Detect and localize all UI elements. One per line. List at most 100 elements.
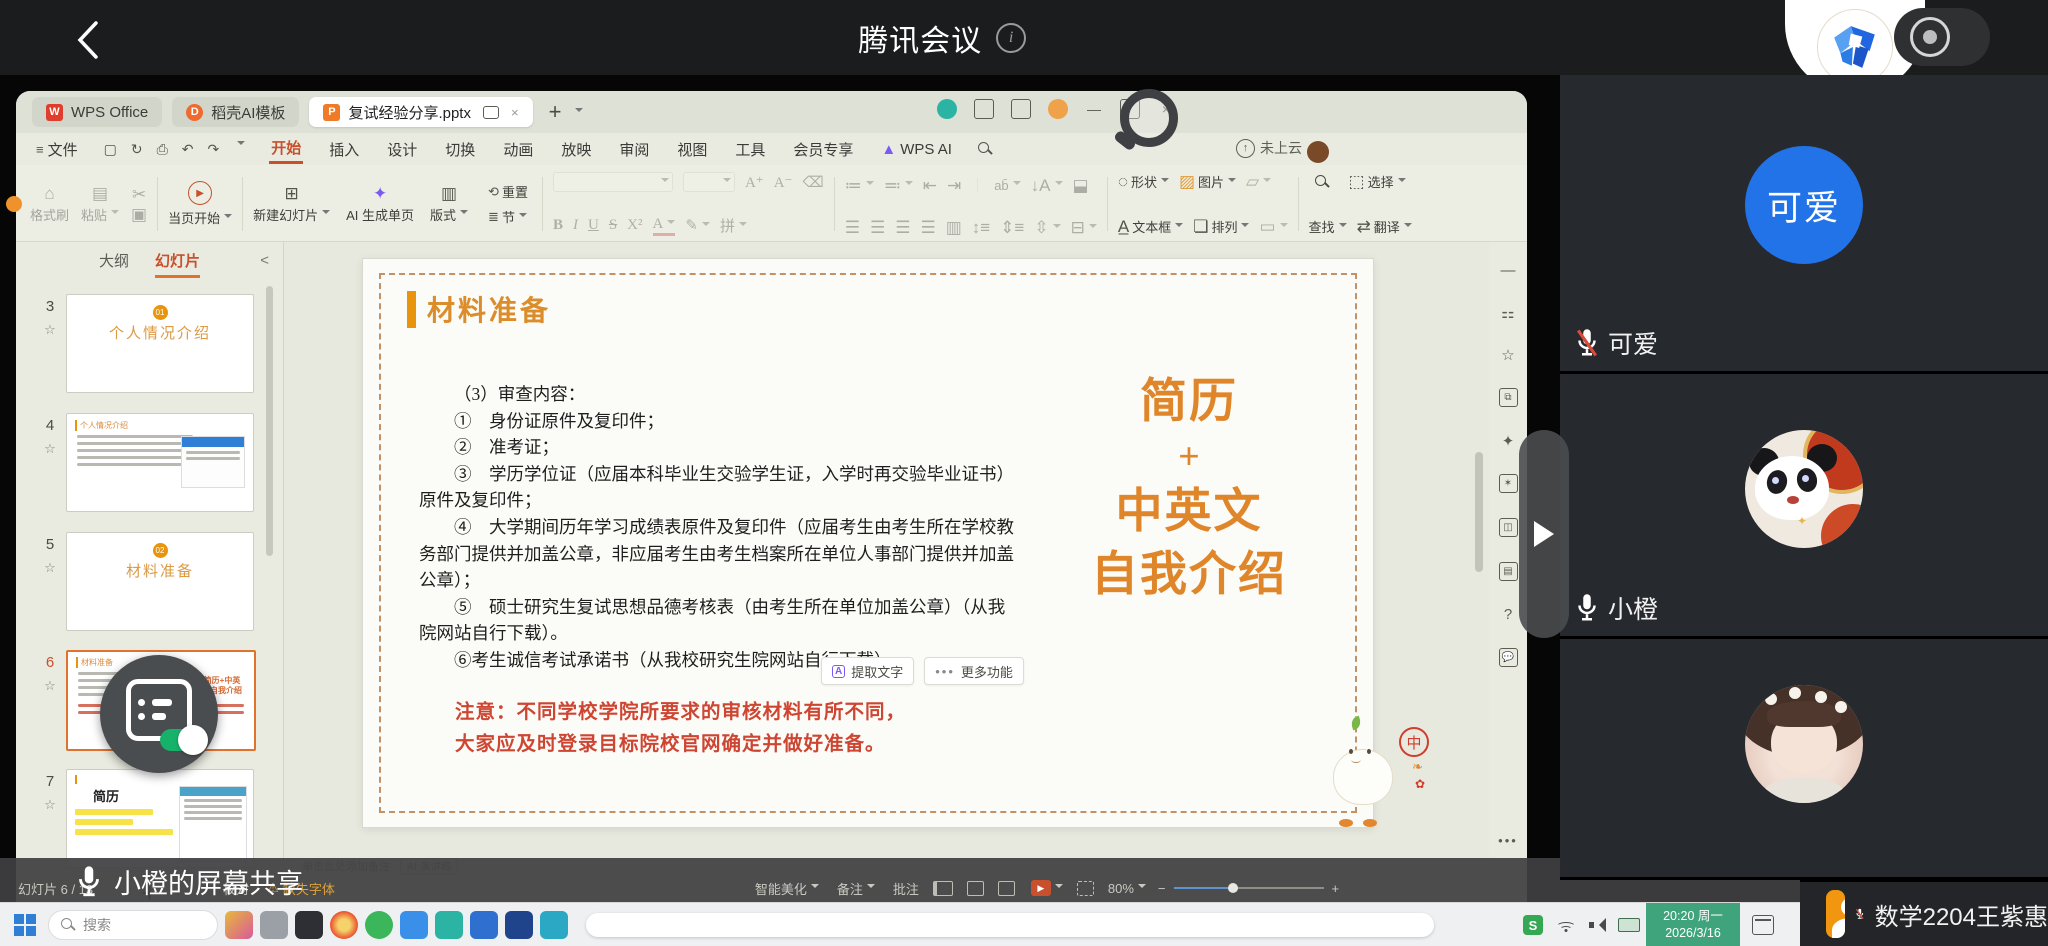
reset-button[interactable]: ⟲重置 — [488, 182, 528, 201]
help-icon[interactable]: ? — [1500, 606, 1517, 623]
properties-icon[interactable]: ⚏ — [1500, 304, 1517, 321]
tab-close-icon[interactable]: × — [511, 105, 519, 120]
edge-assistant-dot[interactable] — [6, 196, 22, 212]
floating-share-control[interactable] — [100, 655, 218, 773]
phonetic-button[interactable]: 拼 — [720, 215, 747, 236]
tab-wps-office[interactable]: W WPS Office — [32, 97, 162, 127]
para-spacing-button[interactable]: ⇕≡ — [1000, 219, 1024, 236]
superscript-button[interactable]: X² — [627, 217, 642, 234]
battery-icon[interactable] — [1618, 918, 1640, 932]
new-tab-button[interactable]: + — [549, 99, 562, 125]
thumbnail-slide-7[interactable]: 简历 — [66, 769, 254, 868]
sort-text-button[interactable]: ↓A — [1031, 177, 1063, 194]
tab-slides[interactable]: 幻灯片 — [155, 250, 200, 278]
italic-button[interactable]: I — [573, 217, 578, 234]
participant-tile-2[interactable]: ✦ ♥ 小橙 — [1560, 374, 2048, 636]
record-button[interactable] — [1894, 8, 1990, 66]
new-slide-button[interactable]: ⊞新建幻灯片 — [253, 185, 330, 224]
taskbar-app-icon[interactable] — [365, 911, 393, 939]
cloud-status[interactable]: ↑未上云 — [1236, 138, 1302, 158]
zoom-slider[interactable]: − + — [1158, 881, 1339, 896]
line-spacing-button[interactable]: ↕≡ — [972, 219, 990, 236]
underline-button[interactable]: U — [588, 217, 599, 234]
text-direction-button[interactable]: ab̄ — [994, 179, 1020, 192]
cut-copy-buttons[interactable]: ✂▣ — [131, 186, 147, 223]
zoom-out-icon[interactable]: − — [1158, 881, 1166, 896]
taskbar-app-icon[interactable] — [470, 911, 498, 939]
media-button[interactable]: ▱ — [1246, 173, 1271, 190]
arrange-button[interactable]: ❏排列 — [1193, 217, 1249, 236]
meeting-floating-bar[interactable] — [586, 913, 1434, 937]
volume-icon[interactable] — [1589, 918, 1605, 932]
menu-review[interactable]: 审阅 — [617, 137, 651, 162]
align-left-button[interactable]: ☰ — [845, 219, 860, 236]
taskbar-app-icon[interactable] — [435, 911, 463, 939]
fit-screen-icon[interactable] — [1077, 881, 1094, 896]
decrease-font-icon[interactable]: A⁻ — [774, 173, 793, 192]
menu-wps-ai[interactable]: ▲WPS AI — [879, 139, 954, 160]
animation-pane-icon[interactable]: ✶ — [1499, 474, 1518, 493]
zoom-level[interactable]: 80% — [1108, 881, 1146, 896]
extract-text-button[interactable]: A提取文字 — [821, 657, 914, 685]
tab-presentation[interactable]: P 复试经验分享.pptx × — [309, 97, 532, 127]
highlight-button[interactable]: ✎ — [685, 216, 710, 235]
textbox-button[interactable]: A̲文本框 — [1118, 217, 1183, 236]
find-icon[interactable] — [1315, 175, 1329, 189]
menu-tools[interactable]: 工具 — [733, 137, 767, 162]
zoom-in-icon[interactable]: + — [1332, 881, 1340, 896]
translate-button[interactable]: ⇄翻译 — [1357, 217, 1412, 236]
menu-home[interactable]: 开始 — [269, 135, 303, 164]
collapse-panel-icon[interactable]: < — [260, 252, 269, 269]
notes-button[interactable]: 备注 — [837, 879, 875, 898]
justify-button[interactable]: ☰ — [920, 219, 935, 236]
align-center-button[interactable]: ☰ — [870, 219, 885, 236]
clear-format-icon[interactable]: ⌫ — [802, 173, 823, 192]
star-icon[interactable]: ☆ — [40, 560, 60, 576]
taskbar-app-icon[interactable] — [400, 911, 428, 939]
taskbar-clock[interactable]: 20:20 周一 2026/3/16 — [1646, 903, 1740, 946]
taskbar-app-icon[interactable] — [330, 911, 358, 939]
tab-outline[interactable]: 大纲 — [99, 250, 129, 278]
menu-view[interactable]: 视图 — [675, 137, 709, 162]
star-resource-icon[interactable]: ☆ — [1500, 346, 1517, 363]
copy-layout-icon[interactable]: ⧉ — [1499, 388, 1518, 407]
star-icon[interactable]: ☆ — [40, 441, 60, 457]
info-icon[interactable]: i — [996, 23, 1026, 53]
bold-button[interactable]: B — [553, 217, 563, 234]
bullets-button[interactable]: ≔ — [845, 177, 874, 194]
menu-file[interactable]: ≡文件 — [34, 137, 80, 162]
align-right-button[interactable]: ☰ — [895, 219, 910, 236]
start-button[interactable] — [14, 914, 36, 936]
sync-icon[interactable] — [937, 99, 957, 119]
menu-insert[interactable]: 插入 — [327, 137, 361, 162]
antivirus-tray-icon[interactable]: S — [1523, 915, 1543, 935]
participant-tile-3[interactable] — [1560, 639, 2048, 877]
more-tools-icon[interactable]: ••• — [1498, 833, 1518, 848]
home-icon[interactable] — [1011, 99, 1031, 119]
tab-docer-template[interactable]: D 稻壳AI模板 — [172, 97, 299, 127]
account-avatar[interactable] — [1048, 99, 1068, 119]
panel-scrollbar[interactable] — [266, 286, 273, 556]
notification-icon[interactable] — [1752, 915, 1774, 935]
tab-list-caret[interactable] — [575, 108, 583, 116]
slide-body-text[interactable]: （3）审查内容： ① 身份证原件及复印件； ② 准考证； ③ 学历学位证（应届本… — [419, 381, 1019, 674]
beautify-wand-icon[interactable]: ✦ — [1500, 432, 1517, 449]
smart-beautify-button[interactable]: 智能美化 — [755, 879, 819, 898]
format-painter-button[interactable]: ⌂格式刷 — [30, 185, 69, 224]
font-size-select[interactable] — [683, 172, 735, 192]
vip-icon[interactable] — [1307, 141, 1329, 163]
taskbar-search[interactable]: 搜索 — [48, 910, 218, 940]
paste-button[interactable]: ▤粘贴 — [81, 185, 119, 224]
zoom-slider-thumb[interactable] — [1228, 883, 1238, 893]
participant-row-4[interactable]: 数学2204王紫惠 — [1800, 880, 2048, 946]
thumbnail-slide-5[interactable]: 02 材料准备 — [66, 532, 254, 631]
slideshow-button[interactable]: ▶ — [1031, 880, 1051, 896]
increase-font-icon[interactable]: A⁺ — [745, 173, 764, 192]
select-button[interactable]: ⬚选择 — [1349, 172, 1406, 191]
section-button[interactable]: ≣节 — [488, 207, 528, 226]
normal-view-icon[interactable] — [933, 881, 953, 896]
comment-button[interactable]: 批注 — [893, 879, 919, 898]
strikethrough-button[interactable]: S — [609, 217, 617, 234]
align-objects-button[interactable]: ⊟ — [1071, 219, 1097, 236]
ai-generate-page-button[interactable]: ✦AI 生成单页 — [346, 185, 414, 224]
